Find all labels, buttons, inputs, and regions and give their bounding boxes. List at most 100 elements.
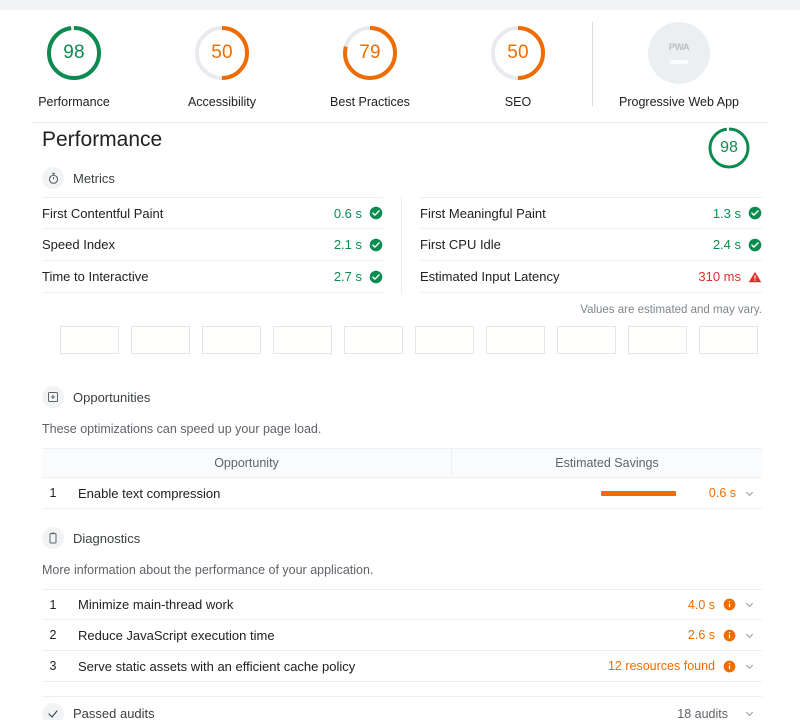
gauge-score-best-practices: 79 xyxy=(359,42,381,63)
check-circle-icon xyxy=(748,238,762,252)
metric-name: Speed Index xyxy=(42,237,116,252)
filmstrip-thumbnail[interactable] xyxy=(415,326,474,354)
filmstrip-thumbnail[interactable] xyxy=(628,326,687,354)
row-index: 1 xyxy=(49,597,57,612)
row-index: 3 xyxy=(49,659,57,673)
chevron-down-icon[interactable] xyxy=(736,630,762,641)
gauge-label-accessibility: Accessibility xyxy=(187,95,257,109)
pwa-badge-dash xyxy=(670,59,688,65)
gauge-best-practices[interactable]: 79 Best Practices xyxy=(296,10,444,109)
filmstrip xyxy=(60,326,800,354)
filmstrip-thumbnail[interactable] xyxy=(557,326,616,354)
category-header: Performance 98 xyxy=(42,123,762,169)
column-header-savings: Estimated Savings xyxy=(555,456,659,470)
gauge-accessibility[interactable]: 50 Accessibility xyxy=(148,10,296,109)
column-header-opportunity: Opportunity xyxy=(42,449,452,477)
metric-row[interactable]: First Contentful Paint 0.6 s xyxy=(42,197,383,229)
diagnostics-description: More information about the performance o… xyxy=(42,563,374,577)
chevron-down-icon[interactable] xyxy=(736,661,762,672)
opportunity-row[interactable]: 1 Enable text compression 0.6 s xyxy=(42,478,762,509)
check-circle-icon xyxy=(369,270,383,284)
diagnostic-title[interactable]: Minimize main-thread work xyxy=(64,597,688,612)
gauge-ring-best-practices: 79 xyxy=(339,22,401,84)
diagnostic-row[interactable]: 1 Minimize main-thread work 4.0 s xyxy=(42,589,762,620)
filmstrip-thumbnail[interactable] xyxy=(486,326,545,354)
metric-value: 2.1 s xyxy=(333,237,362,252)
savings-bar-cell xyxy=(556,490,676,496)
diagnostic-value: 2.6 s xyxy=(687,628,715,642)
top-strip xyxy=(0,0,800,10)
diagnostic-value: 4.0 s xyxy=(687,597,715,612)
category-score-gauge: 98 xyxy=(706,125,752,171)
diagnostics-section-title: Diagnostics xyxy=(73,530,141,546)
gauge-performance[interactable]: 98 Performance xyxy=(0,10,148,109)
gauge-label-best-practices: Best Practices xyxy=(330,95,410,109)
diagnostic-title[interactable]: Reduce JavaScript execution time xyxy=(64,628,688,643)
passed-audits-count: 18 audits xyxy=(677,706,728,720)
gauge-ring-seo: 50 xyxy=(487,22,549,84)
chevron-down-icon[interactable] xyxy=(736,599,762,610)
check-circle-icon xyxy=(369,206,383,220)
gauge-ring-performance: 98 xyxy=(43,22,105,84)
metrics-note: Values are estimated and may vary. xyxy=(580,304,762,316)
metric-value: 2.4 s xyxy=(712,237,741,252)
filmstrip-thumbnail[interactable] xyxy=(131,326,190,354)
chevron-down-icon[interactable] xyxy=(736,708,762,719)
page-insights-icon xyxy=(42,386,64,408)
info-circle-icon xyxy=(723,629,736,642)
clipboard-icon xyxy=(42,527,64,549)
stopwatch-icon xyxy=(42,167,64,189)
filmstrip-thumbnail[interactable] xyxy=(344,326,403,354)
gauge-pwa[interactable]: PWA Progressive Web App xyxy=(593,10,765,109)
metric-name: First CPU Idle xyxy=(420,237,501,252)
opportunity-title[interactable]: Enable text compression xyxy=(64,486,556,501)
opportunities-description: These optimizations can speed up your pa… xyxy=(42,422,322,436)
diagnostic-value: 12 resources found xyxy=(607,659,715,673)
gauge-score-performance: 98 xyxy=(63,42,85,63)
metrics-table: First Contentful Paint 0.6 s Speed Index… xyxy=(42,197,762,293)
lighthouse-report: 98 Performance 50 Accessibility 79 Best … xyxy=(0,0,800,720)
score-gauges: 98 Performance 50 Accessibility 79 Best … xyxy=(0,10,800,122)
page-title: Performance xyxy=(42,128,163,151)
pwa-badge-text: PWA xyxy=(668,41,690,53)
metric-value: 1.3 s xyxy=(712,205,741,221)
chevron-down-icon[interactable] xyxy=(736,488,762,499)
opportunities-table-header: Opportunity Estimated Savings xyxy=(42,448,762,478)
metric-value: 2.7 s xyxy=(333,269,362,284)
gauge-ring-accessibility: 50 xyxy=(191,22,253,84)
diagnostic-row[interactable]: 2 Reduce JavaScript execution time 2.6 s xyxy=(42,620,762,651)
metric-row[interactable]: Time to Interactive 2.7 s xyxy=(42,261,383,293)
row-index: 2 xyxy=(49,628,57,642)
row-index: 1 xyxy=(49,486,57,500)
opportunities-section-title: Opportunities xyxy=(73,389,151,405)
gauge-seo[interactable]: 50 SEO xyxy=(444,10,592,109)
metric-name: Estimated Input Latency xyxy=(420,269,560,284)
diagnostic-title[interactable]: Serve static assets with an efficient ca… xyxy=(64,659,608,674)
diagnostics-table: 1 Minimize main-thread work 4.0 s 2 Redu… xyxy=(42,589,762,682)
metric-name: Time to Interactive xyxy=(42,269,149,284)
pwa-badge-icon: PWA xyxy=(648,22,710,84)
savings-value: 0.6 s xyxy=(708,486,736,500)
metric-name: First Contentful Paint xyxy=(42,205,164,221)
passed-audits-label: Passed audits xyxy=(73,706,155,720)
opportunities-table: Opportunity Estimated Savings 1 Enable t… xyxy=(42,448,762,509)
filmstrip-thumbnail[interactable] xyxy=(273,326,332,354)
metric-row[interactable]: Estimated Input Latency 310 ms xyxy=(420,261,762,293)
metrics-column-right: First Meaningful Paint 1.3 s First CPU I… xyxy=(402,197,762,293)
gauge-score-seo: 50 xyxy=(507,42,529,63)
metrics-section-header: Metrics xyxy=(42,167,800,189)
metric-row[interactable]: First CPU Idle 2.4 s xyxy=(420,229,762,261)
metric-name: First Meaningful Paint xyxy=(420,205,546,221)
info-circle-icon xyxy=(723,660,736,673)
filmstrip-thumbnail[interactable] xyxy=(202,326,261,354)
metric-row[interactable]: First Meaningful Paint 1.3 s xyxy=(420,197,762,229)
metric-row[interactable]: Speed Index 2.1 s xyxy=(42,229,383,261)
filmstrip-thumbnail[interactable] xyxy=(60,326,119,354)
filmstrip-thumbnail[interactable] xyxy=(699,326,758,354)
passed-audits-row[interactable]: Passed audits 18 audits xyxy=(42,696,762,720)
metrics-section-title: Metrics xyxy=(73,170,115,186)
info-circle-icon xyxy=(723,598,736,611)
savings-bar xyxy=(601,490,676,496)
diagnostic-row[interactable]: 3 Serve static assets with an efficient … xyxy=(42,651,762,682)
gauge-score-accessibility: 50 xyxy=(211,42,233,63)
